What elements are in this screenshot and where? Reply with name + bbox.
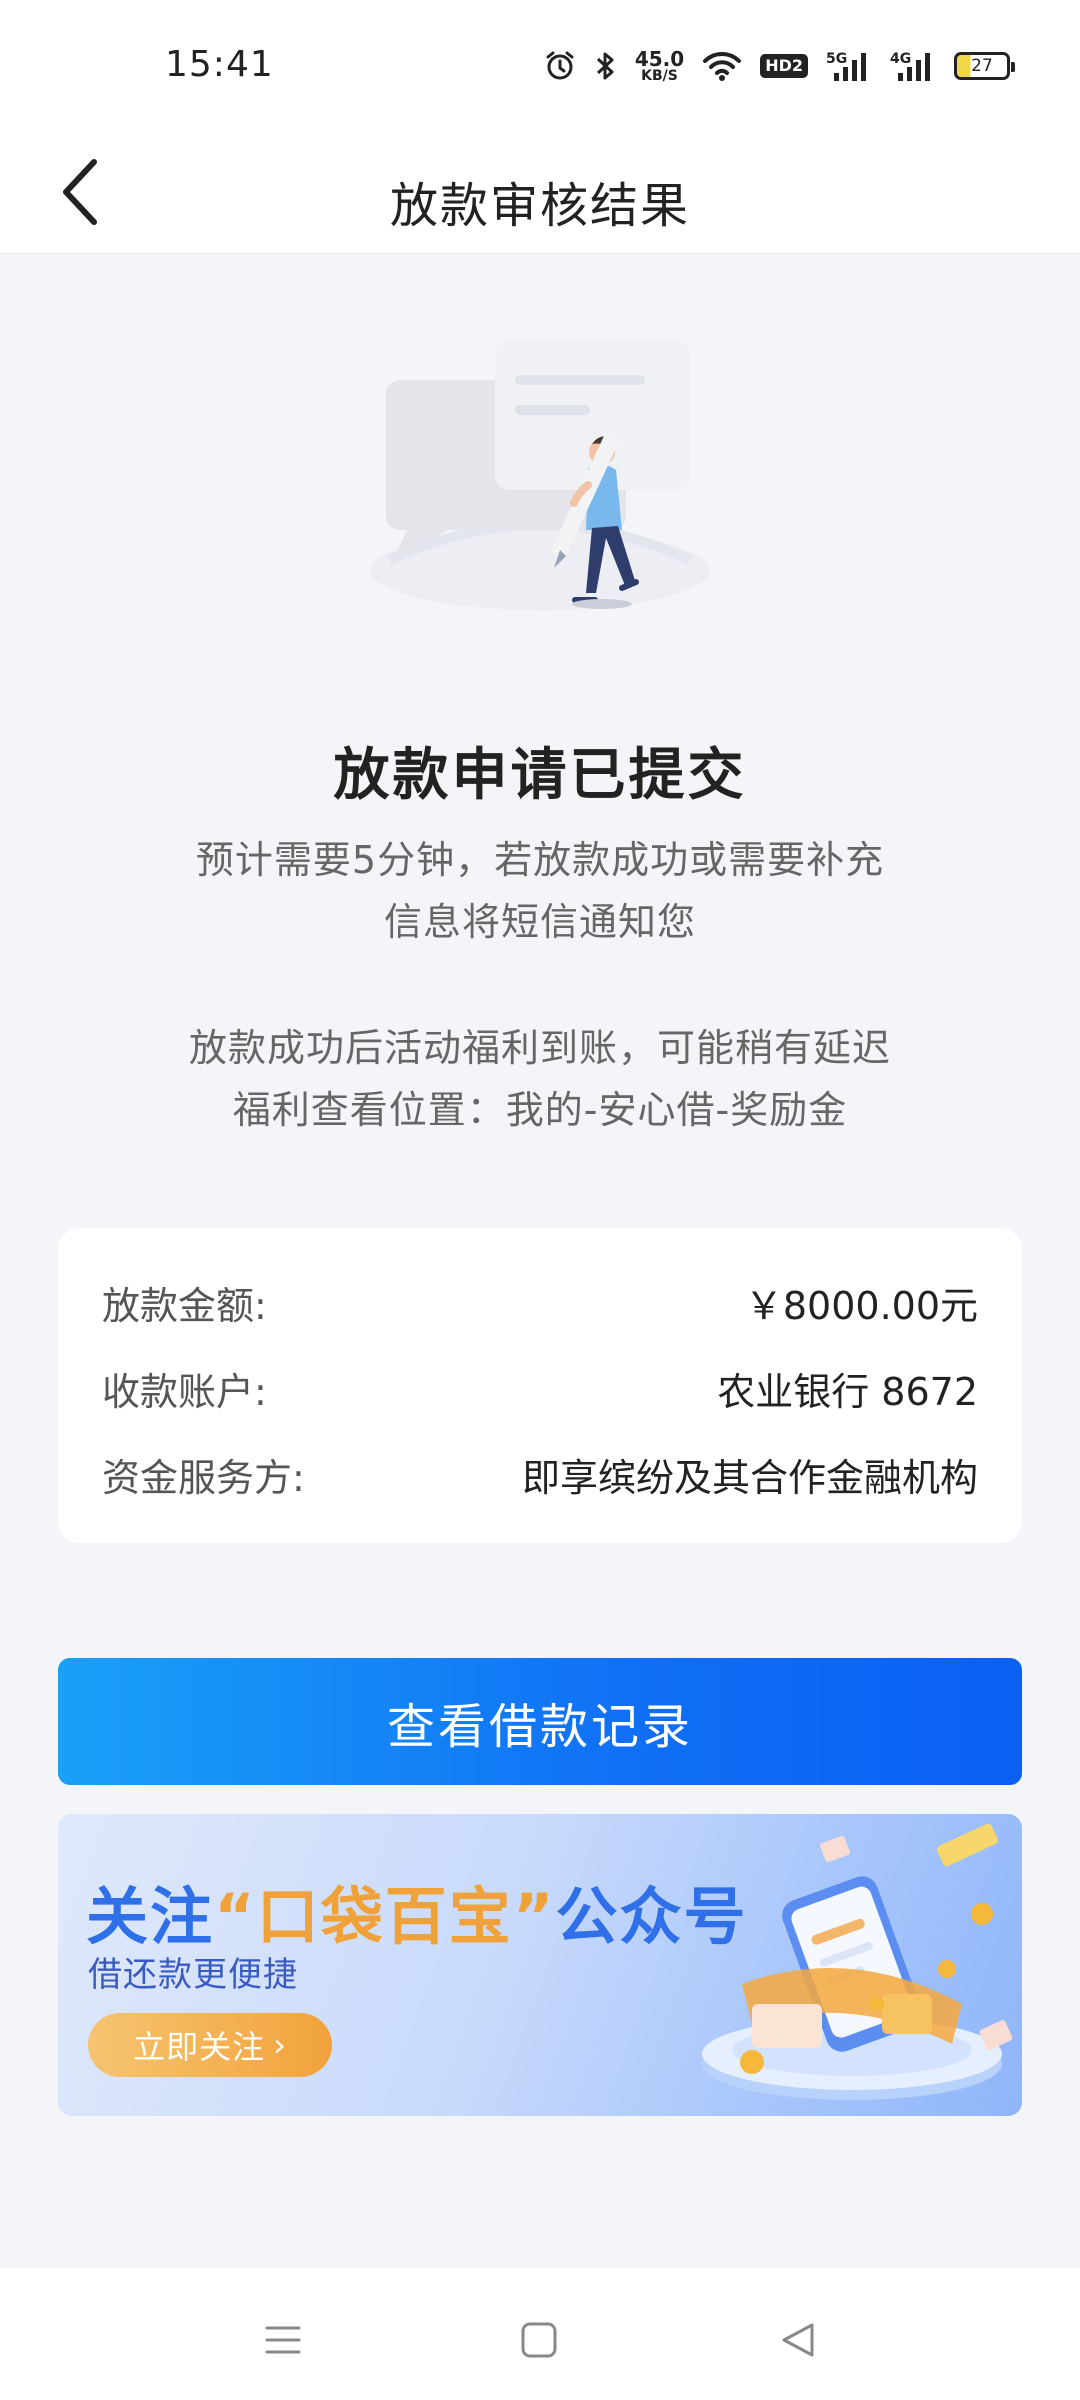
page-title: 放款审核结果 xyxy=(389,178,690,234)
navigation-bar: 放款审核结果 xyxy=(0,132,1080,254)
benefit-description-line2: 福利查看位置：我的-安心借-奖励金 xyxy=(232,1088,848,1132)
system-navigation-bar xyxy=(0,2268,1080,2400)
triangle-back-icon xyxy=(782,2323,814,2357)
benefit-description: 放款成功后活动福利到账，可能稍有延迟 福利查看位置：我的-安心借-奖励金 xyxy=(140,1017,940,1141)
processing-description-line1: 预计需要5分钟，若放款成功或需要补充 xyxy=(195,838,885,882)
signal-4g-icon: 4G xyxy=(890,49,936,83)
network-speed-unit: KB/S xyxy=(641,68,678,84)
processing-description: 预计需要5分钟，若放款成功或需要补充 信息将短信通知您 xyxy=(140,829,940,953)
phone-coins-illustration xyxy=(682,1814,1022,2116)
hd-voice-badge: HD2 xyxy=(760,54,808,78)
wifi-icon xyxy=(702,50,742,82)
processing-description-line2: 信息将短信通知您 xyxy=(383,900,696,944)
signal-5g-icon: 5G xyxy=(826,49,872,83)
menu-icon xyxy=(265,2326,301,2354)
banner-title-prefix: 关注 xyxy=(86,1880,215,1953)
loan-info-card: 放款金额: ￥8000.00元 收款账户: 农业银行 8672 资金服务方: 即… xyxy=(58,1228,1022,1543)
battery-level: 27 xyxy=(971,56,993,76)
chevron-right-icon: › xyxy=(273,2026,287,2064)
system-back-button[interactable] xyxy=(770,2312,826,2368)
submitted-illustration xyxy=(330,320,750,620)
status-icons: 45.0 KB/S HD2 5G 4G 27 xyxy=(543,44,1015,88)
amount-label: 放款金额: xyxy=(102,1283,267,1328)
recent-apps-button[interactable] xyxy=(255,2312,311,2368)
benefit-description-line1: 放款成功后活动福利到账，可能稍有延迟 xyxy=(188,1026,891,1070)
follow-now-label: 立即关注 xyxy=(133,2028,266,2066)
info-row-provider: 资金服务方: 即享缤纷及其合作金融机构 xyxy=(102,1444,978,1504)
view-loan-records-button[interactable]: 查看借款记录 xyxy=(58,1658,1022,1785)
status-bar: 15:41 45.0 KB/S HD2 5G 4G 27 xyxy=(0,0,1080,132)
info-row-account: 收款账户: 农业银行 8672 xyxy=(102,1358,978,1418)
status-time: 15:41 xyxy=(165,44,274,85)
banner-subtitle: 借还款更便捷 xyxy=(88,1955,298,1995)
home-button[interactable] xyxy=(511,2312,567,2368)
result-headline: 放款申请已提交 xyxy=(333,743,747,808)
amount-value: ￥8000.00元 xyxy=(744,1283,978,1328)
provider-label: 资金服务方: xyxy=(102,1455,305,1500)
network-speed: 45.0 KB/S xyxy=(635,49,684,83)
account-value: 农业银行 8672 xyxy=(717,1369,978,1414)
svg-text:5G: 5G xyxy=(826,51,847,67)
account-label: 收款账户: xyxy=(102,1369,267,1414)
network-speed-value: 45.0 xyxy=(634,47,685,71)
info-row-amount: 放款金额: ￥8000.00元 xyxy=(102,1272,978,1332)
banner-title-highlight: “口袋百宝” xyxy=(214,1880,556,1953)
follow-account-banner[interactable]: 关注 “口袋百宝” 公众号 借还款更便捷 立即关注 › xyxy=(58,1814,1022,2116)
provider-value: 即享缤纷及其合作金融机构 xyxy=(521,1455,978,1500)
alarm-icon xyxy=(543,49,577,83)
battery-indicator: 27 xyxy=(954,52,1015,80)
svg-text:4G: 4G xyxy=(890,51,911,67)
banner-title: 关注 “口袋百宝” 公众号 xyxy=(86,1866,748,1956)
square-icon xyxy=(521,2322,557,2358)
bluetooth-icon xyxy=(595,49,617,83)
follow-now-button[interactable]: 立即关注 › xyxy=(88,2013,332,2077)
